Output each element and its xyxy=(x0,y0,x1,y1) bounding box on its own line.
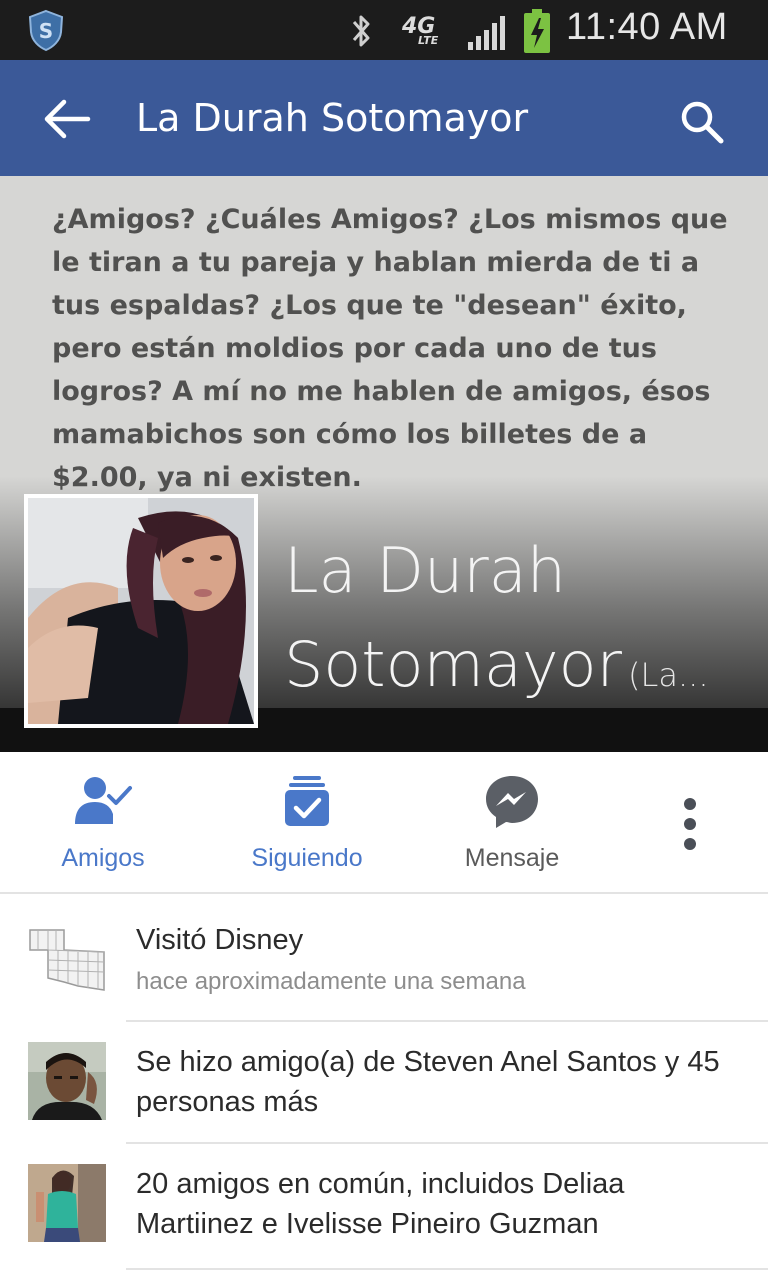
message-button-label: Mensaje xyxy=(464,844,560,872)
profile-name-line-2: Sotomayor xyxy=(284,628,623,701)
shield-icon: S xyxy=(28,9,64,52)
more-vertical-icon xyxy=(684,798,696,850)
friends-button[interactable]: Amigos xyxy=(28,752,178,892)
status-time: 11:40 AM xyxy=(566,6,728,48)
signal-icon xyxy=(468,16,505,50)
message-button[interactable]: Mensaje xyxy=(436,752,588,892)
divider xyxy=(126,1268,768,1270)
list-item[interactable]: Visitó Disney hace aproximadamente una s… xyxy=(0,896,768,1020)
profile-picture[interactable] xyxy=(24,494,258,728)
svg-text:S: S xyxy=(39,19,53,43)
feed-item-title: Visitó Disney xyxy=(136,924,304,956)
battery-charging-icon xyxy=(524,9,550,53)
profile-name: La Durah Sotomayor (La... xyxy=(284,524,754,722)
arrow-left-icon[interactable] xyxy=(42,96,92,142)
friends-button-label: Amigos xyxy=(61,844,145,872)
cover-quote-text: ¿Amigos? ¿Cuáles Amigos? ¿Los mismos que… xyxy=(52,204,728,493)
feed-item-title: Se hizo amigo(a) de Steven Anel Santos y… xyxy=(136,1046,720,1118)
more-options-button[interactable] xyxy=(660,752,720,892)
following-button-label: Siguiendo xyxy=(251,844,363,872)
profile-name-line-1: La Durah xyxy=(284,534,567,607)
list-item[interactable]: Se hizo amigo(a) de Steven Anel Santos y… xyxy=(0,1022,768,1142)
profile-actions-bar: Amigos Siguiendo Mensaje xyxy=(0,752,768,894)
feed-item-subtitle: hace aproximadamente una semana xyxy=(136,968,526,995)
friends-check-icon xyxy=(75,777,132,824)
list-item[interactable]: 20 amigos en común, incluidos Deliaa Mar… xyxy=(0,1144,768,1268)
following-button[interactable]: Siguiendo xyxy=(232,752,382,892)
following-check-icon xyxy=(285,776,329,826)
friend-photo-thumbnail xyxy=(28,1042,106,1120)
messenger-icon xyxy=(486,776,538,828)
status-bar: S 4G LTE 11:40 AM xyxy=(0,0,768,60)
mutual-friend-photo-thumbnail xyxy=(28,1164,106,1242)
page-title: La Durah Sotomayor xyxy=(136,96,529,140)
search-icon[interactable] xyxy=(678,98,726,146)
feed-item-title: 20 amigos en común, incluidos Deliaa Mar… xyxy=(136,1168,625,1240)
profile-name-suffix: (La... xyxy=(628,656,709,694)
app-bar: La Durah Sotomayor xyxy=(0,60,768,176)
map-thumbnail xyxy=(28,920,106,998)
bluetooth-icon xyxy=(352,15,370,47)
profile-photo xyxy=(28,498,254,724)
network-type-indicator: 4G LTE xyxy=(402,14,439,47)
